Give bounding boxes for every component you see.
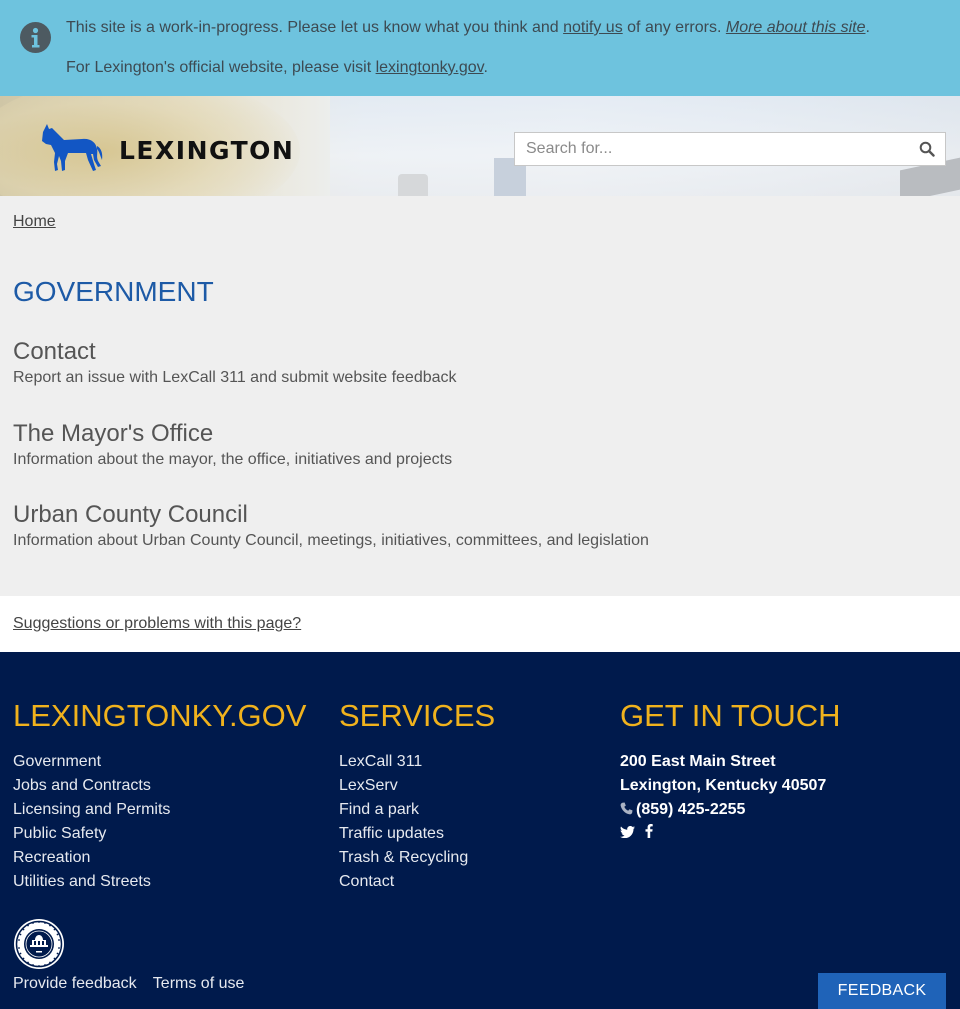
more-about-site-link[interactable]: More about this site — [726, 19, 866, 36]
page-suggestions-band: Suggestions or problems with this page? — [0, 596, 960, 652]
logo-wordmark[interactable]: LEXINGTON — [119, 136, 294, 165]
contact-info: 200 East Main Street Lexington, Kentucky… — [620, 750, 826, 822]
footer-links-lexingtonky: Government Jobs and Contracts Licensing … — [13, 750, 170, 894]
twitter-icon[interactable] — [620, 825, 635, 843]
footer-link-lexcall-311[interactable]: LexCall 311 — [339, 753, 422, 770]
site-notice-banner: This site is a work-in-progress. Please … — [0, 0, 960, 96]
notice-text-middle: of any errors. — [622, 19, 726, 36]
header-background-building — [398, 174, 428, 196]
search-icon[interactable] — [919, 141, 935, 157]
notice-text-before: This site is a work-in-progress. Please … — [66, 19, 564, 36]
footer-col-title-lexingtonky: LEXINGTONKY.GOV — [13, 698, 307, 733]
footer-link-jobs-contracts[interactable]: Jobs and Contracts — [13, 777, 151, 794]
search-box — [514, 132, 946, 166]
terms-of-use-link[interactable]: Terms of use — [153, 975, 245, 992]
phone-number[interactable]: (859) 425-2255 — [636, 801, 745, 818]
official-site-text: For Lexington's official website, please… — [66, 59, 376, 76]
footer-col-title-get-in-touch: GET IN TOUCH — [620, 698, 841, 733]
breadcrumb-home-link[interactable]: Home — [13, 213, 56, 230]
notice-line-1: This site is a work-in-progress. Please … — [66, 19, 870, 37]
site-footer: LEXINGTONKY.GOV Government Jobs and Cont… — [0, 652, 960, 1009]
social-links — [620, 824, 659, 843]
site-header: LEXINGTON — [0, 96, 960, 196]
list-item-description: Information about the mayor, the office,… — [13, 451, 453, 468]
horse-logo-icon — [42, 124, 103, 171]
official-site-end: . — [483, 59, 488, 76]
page-title: GOVERNMENT — [13, 276, 214, 307]
footer-col-title-services: SERVICES — [339, 698, 496, 733]
footer-link-trash-recycling[interactable]: Trash & Recycling — [339, 849, 468, 866]
footer-link-find-park[interactable]: Find a park — [339, 801, 419, 818]
breadcrumb: Home — [13, 213, 56, 231]
provide-feedback-link[interactable]: Provide feedback — [13, 975, 137, 992]
address-line-1: 200 East Main Street — [620, 753, 776, 770]
footer-link-licensing-permits[interactable]: Licensing and Permits — [13, 801, 170, 818]
search-input[interactable] — [515, 133, 905, 165]
notice-line-2: For Lexington's official website, please… — [66, 59, 488, 77]
info-icon — [20, 22, 51, 53]
suggestions-link[interactable]: Suggestions or problems with this page? — [13, 615, 301, 633]
footer-bottom-links: Provide feedback Terms of use — [13, 975, 256, 993]
official-site-link[interactable]: lexingtonky.gov — [376, 59, 484, 76]
footer-link-lexserv[interactable]: LexServ — [339, 777, 398, 794]
phone-icon — [620, 799, 633, 815]
list-item: The Mayor's Office Information about the… — [13, 420, 452, 470]
footer-link-traffic-updates[interactable]: Traffic updates — [339, 825, 444, 842]
list-item-description: Information about Urban County Council, … — [13, 532, 649, 549]
footer-link-utilities-streets[interactable]: Utilities and Streets — [13, 873, 151, 890]
facebook-icon[interactable] — [645, 824, 654, 843]
footer-link-public-safety[interactable]: Public Safety — [13, 825, 106, 842]
footer-link-government[interactable]: Government — [13, 753, 101, 770]
footer-links-services: LexCall 311 LexServ Find a park Traffic … — [339, 750, 468, 894]
city-seal-icon — [14, 919, 64, 969]
list-item: Contact Report an issue with LexCall 311… — [13, 338, 457, 388]
list-item-description: Report an issue with LexCall 311 and sub… — [13, 369, 457, 386]
contact-link[interactable]: Contact — [13, 338, 457, 366]
phone-line: (859) 425-2255 — [620, 798, 826, 822]
footer-link-contact[interactable]: Contact — [339, 873, 394, 890]
notice-text-end: . — [865, 19, 870, 36]
feedback-button[interactable]: FEEDBACK — [818, 973, 946, 1009]
list-item: Urban County Council Information about U… — [13, 501, 649, 551]
notify-us-link[interactable]: notify us — [563, 19, 623, 36]
urban-county-council-link[interactable]: Urban County Council — [13, 501, 649, 529]
footer-link-recreation[interactable]: Recreation — [13, 849, 90, 866]
mayors-office-link[interactable]: The Mayor's Office — [13, 420, 452, 448]
address-line-2: Lexington, Kentucky 40507 — [620, 777, 827, 794]
